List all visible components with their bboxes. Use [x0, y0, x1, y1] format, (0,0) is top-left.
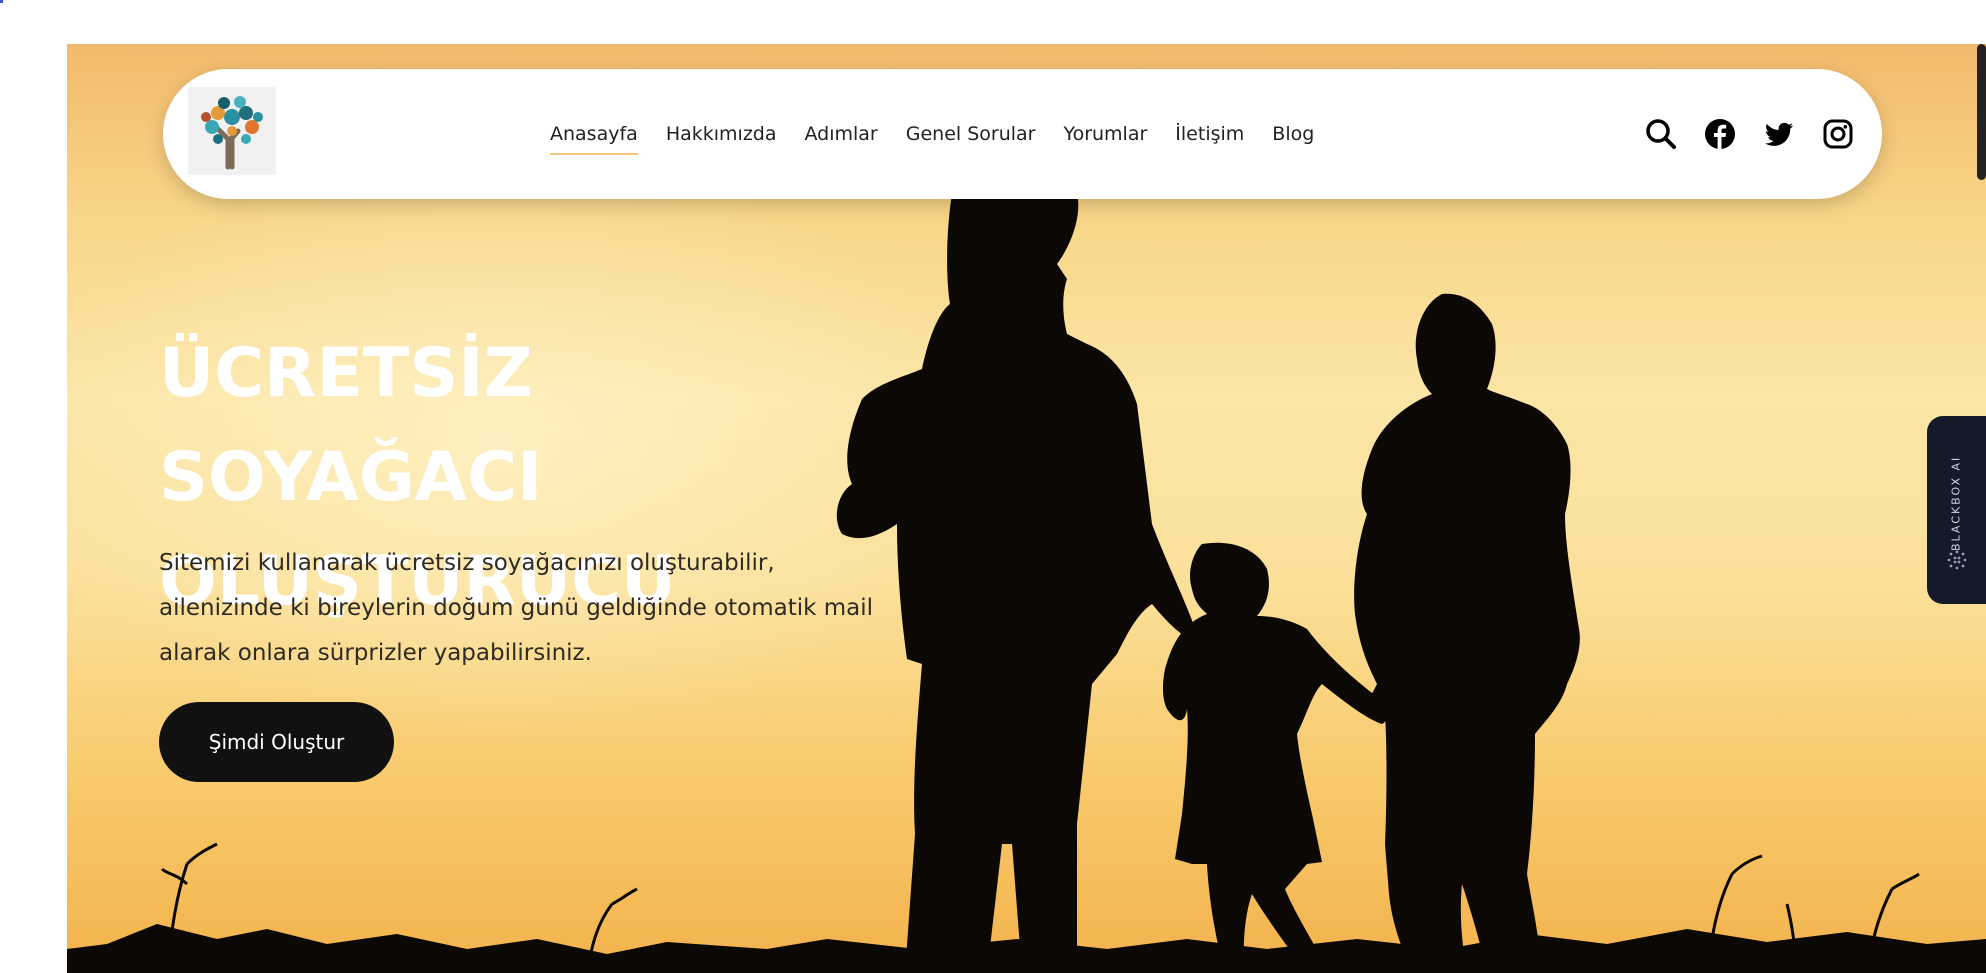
blackbox-dots-icon [1947, 550, 1967, 570]
menu-item-hakkimizda[interactable]: Hakkımızda [666, 117, 777, 151]
create-now-button[interactable]: Şimdi Oluştur [159, 702, 394, 782]
search-icon [1646, 119, 1676, 149]
scrollbar-thumb[interactable] [1977, 44, 1986, 180]
menu-item-anasayfa[interactable]: Anasayfa [550, 117, 638, 155]
corner-marker [0, 0, 3, 3]
blackbox-ai-widget[interactable]: BLACKBOX AI [1927, 416, 1986, 604]
menu-item-iletisim[interactable]: İletişim [1175, 117, 1244, 151]
menu-item-adimlar[interactable]: Adımlar [805, 117, 878, 151]
menu-item-yorumlar[interactable]: Yorumlar [1063, 117, 1147, 151]
logo[interactable] [188, 87, 276, 175]
main-menu: Anasayfa Hakkımızda Adımlar Genel Sorula… [550, 69, 1314, 199]
tree-logo-icon [201, 96, 263, 170]
navbar: Anasayfa Hakkımızda Adımlar Genel Sorula… [163, 69, 1882, 199]
hero-title-line1: ÜCRETSİZ SOYAĞACI [159, 334, 543, 517]
blackbox-ai-label: BLACKBOX AI [1949, 455, 1963, 551]
hero-description: Sitemizi kullanarak ücretsiz soyağacınız… [159, 550, 874, 666]
instagram-icon [1823, 119, 1853, 149]
instagram-link[interactable] [1822, 118, 1854, 150]
menu-item-blog[interactable]: Blog [1272, 117, 1314, 151]
menu-item-genel-sorular[interactable]: Genel Sorular [906, 117, 1036, 151]
social-links [1645, 69, 1854, 199]
twitter-icon [1765, 122, 1793, 146]
facebook-icon [1705, 119, 1735, 149]
facebook-link[interactable] [1704, 118, 1736, 150]
search-button[interactable] [1645, 118, 1677, 150]
twitter-link[interactable] [1763, 118, 1795, 150]
